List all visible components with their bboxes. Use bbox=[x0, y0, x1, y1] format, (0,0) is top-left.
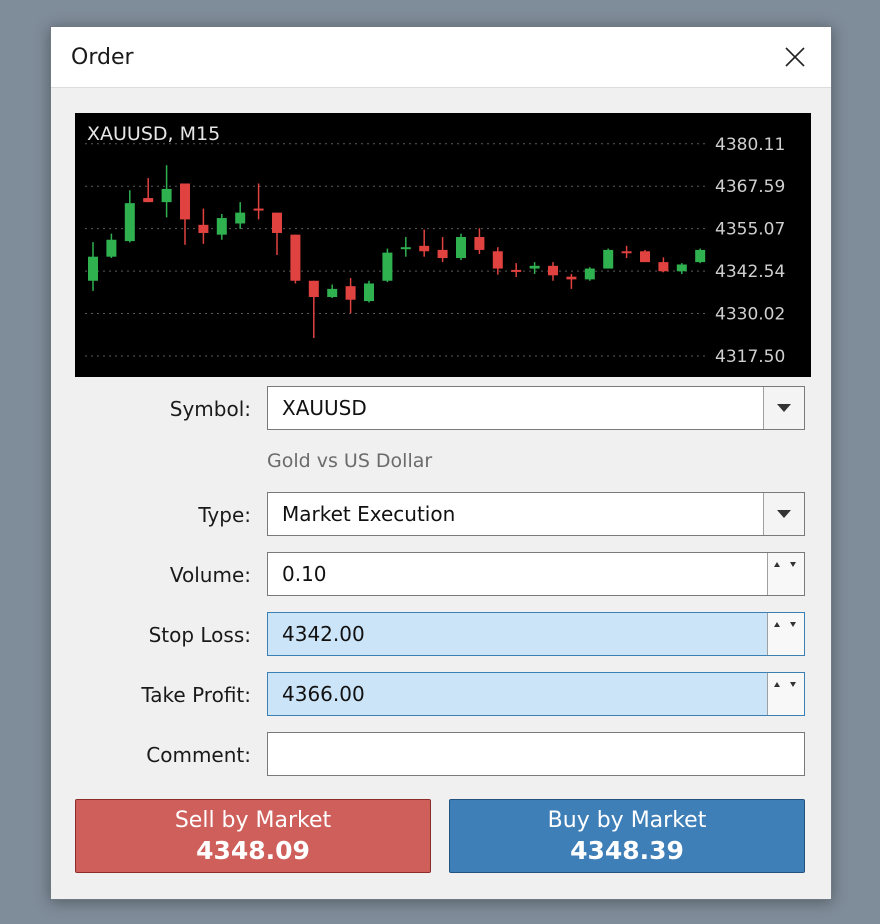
spin-up-icon[interactable] bbox=[774, 682, 780, 687]
close-icon bbox=[785, 47, 805, 67]
price-tick-label: 4317.50 bbox=[715, 347, 785, 367]
stop-loss-spinner[interactable] bbox=[767, 613, 804, 655]
candle-body bbox=[272, 212, 282, 233]
candle-body bbox=[106, 239, 117, 257]
volume-value: 0.10 bbox=[282, 562, 327, 586]
chevron-down-icon bbox=[777, 404, 791, 412]
symbol-label: Symbol: bbox=[169, 397, 251, 421]
comment-input[interactable] bbox=[267, 732, 805, 776]
symbol-select[interactable]: XAUUSD bbox=[267, 386, 805, 430]
buy-button-label: Buy by Market bbox=[547, 808, 707, 833]
type-label: Type: bbox=[198, 503, 251, 527]
volume-input[interactable]: 0.10 bbox=[267, 552, 805, 596]
type-value: Market Execution bbox=[282, 502, 456, 526]
candle-body bbox=[400, 247, 411, 250]
price-tick-label: 4342.54 bbox=[715, 262, 785, 282]
candle-body bbox=[566, 276, 577, 280]
chevron-down-icon bbox=[777, 510, 791, 518]
candle-body bbox=[676, 264, 687, 272]
candle-body bbox=[474, 237, 485, 250]
spin-up-icon[interactable] bbox=[774, 562, 780, 567]
candle-body bbox=[124, 203, 135, 242]
title-bar: Order bbox=[51, 27, 831, 88]
buy-by-market-button[interactable]: Buy by Market 4348.39 bbox=[449, 799, 805, 873]
sell-by-market-button[interactable]: Sell by Market 4348.09 bbox=[75, 799, 431, 873]
stop-loss-label: Stop Loss: bbox=[148, 623, 251, 647]
take-profit-label: Take Profit: bbox=[141, 683, 251, 707]
dialog-title: Order bbox=[71, 45, 134, 70]
spin-down-icon[interactable] bbox=[790, 622, 796, 627]
candle-body bbox=[290, 234, 301, 281]
candlestick-chart: XAUUSD, M15 4380.11 4367.59 4355.07 4342.54 4… bbox=[85, 123, 785, 367]
stop-loss-value: 4342.00 bbox=[282, 622, 365, 646]
candle-body bbox=[143, 198, 154, 203]
candle-body bbox=[253, 208, 264, 211]
candle-body bbox=[437, 249, 448, 259]
candle-body bbox=[511, 269, 522, 272]
price-tick-label: 4380.11 bbox=[715, 135, 785, 155]
chart-symbol-label: XAUUSD, M15 bbox=[87, 123, 220, 145]
candle-body bbox=[456, 237, 466, 259]
candle-body bbox=[584, 268, 595, 280]
candle-body bbox=[364, 283, 374, 302]
candle-body bbox=[419, 245, 430, 252]
symbol-dropdown-button[interactable] bbox=[763, 387, 804, 429]
stop-loss-input[interactable]: 4342.00 bbox=[267, 612, 805, 656]
candle-body bbox=[382, 252, 393, 281]
candle-body bbox=[216, 218, 227, 235]
type-select[interactable]: Market Execution bbox=[267, 492, 805, 536]
candle-body bbox=[603, 249, 614, 269]
volume-spinner[interactable] bbox=[767, 553, 804, 595]
buy-price: 4348.39 bbox=[570, 836, 684, 865]
candle-body bbox=[695, 249, 706, 263]
volume-label: Volume: bbox=[169, 563, 251, 587]
type-dropdown-button[interactable] bbox=[763, 493, 804, 535]
take-profit-spinner[interactable] bbox=[767, 673, 804, 715]
symbol-description: Gold vs US Dollar bbox=[267, 450, 433, 472]
candle-body bbox=[161, 188, 172, 203]
candle-body bbox=[640, 251, 650, 263]
spin-down-icon[interactable] bbox=[790, 562, 796, 567]
candle-body bbox=[345, 286, 356, 300]
symbol-value: XAUUSD bbox=[282, 396, 367, 420]
candle-body bbox=[88, 256, 98, 281]
candle-body bbox=[529, 265, 540, 269]
comment-label: Comment: bbox=[146, 743, 251, 767]
candle-body bbox=[492, 251, 503, 269]
close-button[interactable] bbox=[783, 45, 807, 69]
candle-body bbox=[235, 212, 246, 224]
candle-body bbox=[658, 262, 669, 272]
candle-body bbox=[198, 224, 209, 233]
sell-button-label: Sell by Market bbox=[174, 808, 332, 833]
spin-up-icon[interactable] bbox=[774, 622, 780, 627]
take-profit-value: 4366.00 bbox=[282, 682, 365, 706]
price-tick-label: 4330.02 bbox=[715, 305, 785, 325]
sell-price: 4348.09 bbox=[196, 836, 310, 865]
spin-down-icon[interactable] bbox=[790, 682, 796, 687]
take-profit-input[interactable]: 4366.00 bbox=[267, 672, 805, 716]
candle-body bbox=[621, 251, 632, 254]
order-dialog: Order XAUUSD, M15 4380.11 4367.59 4355.07 43… bbox=[50, 26, 832, 900]
price-chart: XAUUSD, M15 4380.11 4367.59 4355.07 4342.54 4… bbox=[75, 113, 811, 377]
candle-body bbox=[548, 265, 558, 276]
candle-body bbox=[308, 280, 319, 298]
price-tick-label: 4367.59 bbox=[715, 177, 785, 197]
candle-body bbox=[327, 288, 338, 298]
price-tick-label: 4355.07 bbox=[715, 220, 785, 240]
candle-body bbox=[180, 183, 190, 220]
